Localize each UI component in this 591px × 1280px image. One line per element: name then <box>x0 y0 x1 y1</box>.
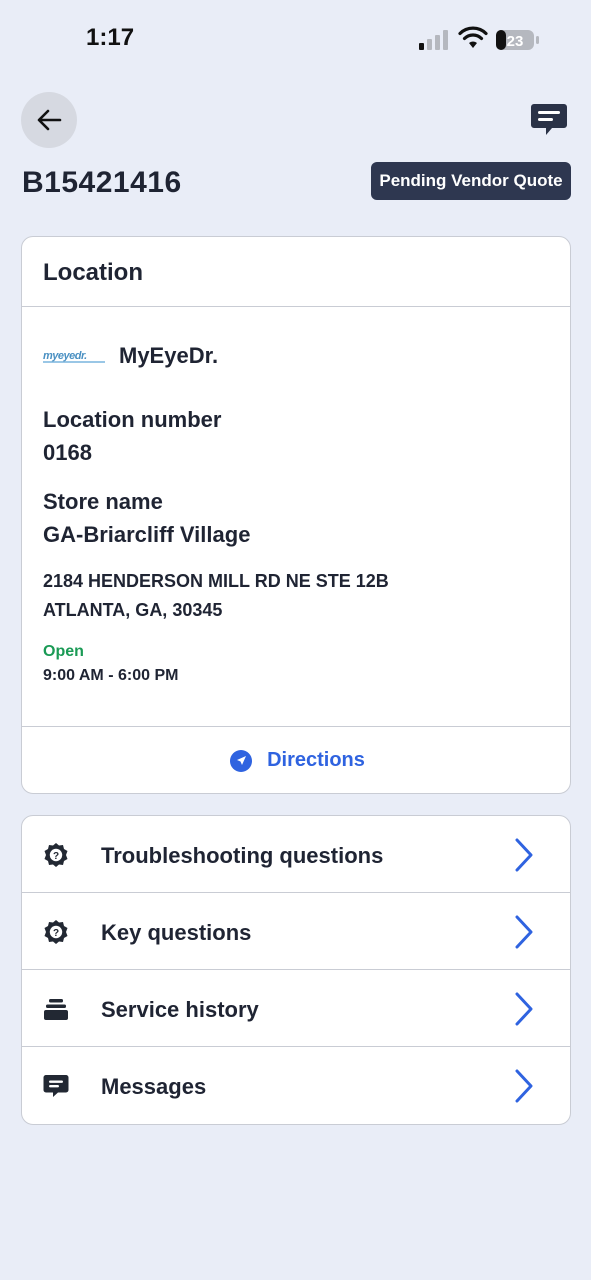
menu-label: Service history <box>101 997 259 1022</box>
brand-logo: myeyedr. <box>43 349 105 363</box>
gear-question-icon: ? <box>44 843 68 867</box>
svg-text:?: ? <box>53 928 59 939</box>
location-card-title: Location <box>22 237 570 307</box>
store-name-value: GA-Briarcliff Village <box>43 522 251 547</box>
battery-icon: 23 <box>496 30 539 50</box>
menu-card: ? Troubleshooting questions ? Key questi… <box>21 815 571 1125</box>
menu-item-messages[interactable]: Messages <box>22 1047 570 1124</box>
directions-button[interactable]: Directions <box>22 726 570 793</box>
arrow-left-icon <box>37 109 62 131</box>
wifi-icon <box>458 26 488 48</box>
cellular-signal-icon <box>419 30 448 50</box>
location-number-label: Location number <box>43 407 222 432</box>
address-line-1: 2184 HENDERSON MILL RD NE STE 12B <box>43 571 389 591</box>
gear-question-icon: ? <box>44 920 68 944</box>
open-status: Open <box>43 643 84 660</box>
store-hours: 9:00 AM - 6:00 PM <box>43 667 179 684</box>
status-badge: Pending Vendor Quote <box>371 162 571 200</box>
chevron-right-icon <box>515 1069 533 1103</box>
menu-item-key-questions[interactable]: ? Key questions <box>22 893 570 970</box>
ticket-id: B15421416 <box>22 166 182 199</box>
navigation-icon <box>230 749 253 772</box>
location-number-value: 0168 <box>43 440 92 465</box>
stack-icon <box>44 999 68 1020</box>
menu-item-troubleshooting-questions[interactable]: ? Troubleshooting questions <box>22 816 570 893</box>
address-line-2: ATLANTA, GA, 30345 <box>43 600 223 620</box>
directions-label: Directions <box>267 749 365 771</box>
location-card: Location myeyedr. MyEyeDr. Location numb… <box>21 236 571 794</box>
menu-label: Messages <box>101 1074 207 1099</box>
svg-text:?: ? <box>53 851 59 862</box>
chevron-right-icon <box>515 838 533 872</box>
brand-row: myeyedr. MyEyeDr. <box>43 343 218 369</box>
message-icon <box>43 1075 69 1097</box>
menu-label: Troubleshooting questions <box>101 843 384 868</box>
location-details: myeyedr. MyEyeDr. Location number 0168 S… <box>22 307 570 727</box>
clock: 1:17 <box>86 24 135 51</box>
back-button[interactable] <box>21 92 77 148</box>
chevron-right-icon <box>515 992 533 1026</box>
status-bar: 1:17 23 <box>0 0 591 80</box>
brand-name: MyEyeDr. <box>119 343 219 368</box>
store-name-label: Store name <box>43 489 163 514</box>
menu-label: Key questions <box>101 920 252 945</box>
chevron-right-icon <box>515 915 533 949</box>
menu-item-service-history[interactable]: Service history <box>22 970 570 1047</box>
battery-level: 23 <box>507 33 524 50</box>
chat-icon[interactable] <box>530 102 568 138</box>
